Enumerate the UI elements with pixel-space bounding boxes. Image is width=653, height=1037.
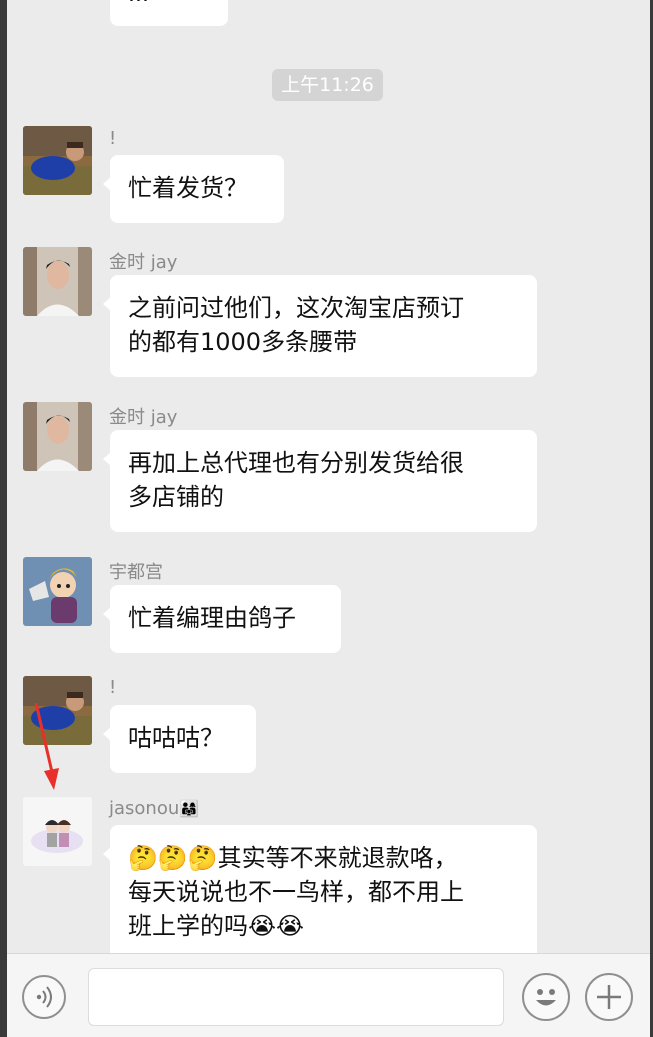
- emoji-button[interactable]: [522, 973, 570, 1021]
- voice-icon: [36, 986, 52, 1008]
- message-input[interactable]: [88, 968, 504, 1026]
- input-bar: [7, 953, 650, 1037]
- plus-icon: [597, 985, 621, 1009]
- chat-screen: ... 上午11:26 ! 忙着发货？ 金时 jay 之前问过他们，这次淘宝店预…: [7, 0, 650, 1037]
- voice-button[interactable]: [22, 975, 66, 1019]
- annotation-arrow-icon: [34, 702, 59, 790]
- more-button[interactable]: [585, 973, 633, 1021]
- screen-left-edge: [0, 0, 7, 1037]
- emoji-icon: [536, 989, 556, 1006]
